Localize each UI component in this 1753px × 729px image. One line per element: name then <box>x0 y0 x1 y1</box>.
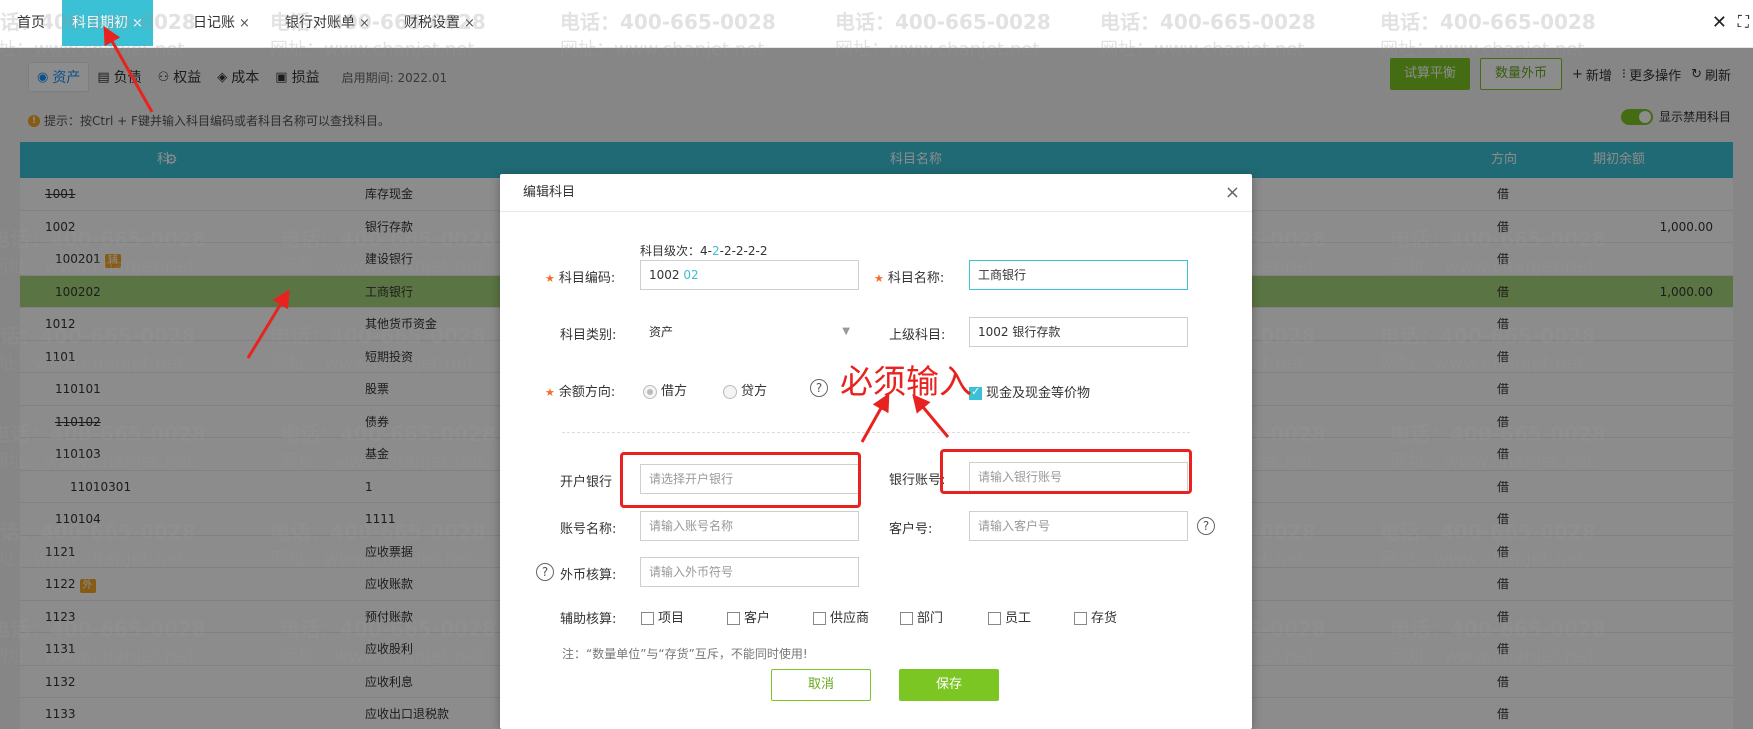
checkbox-label: 供应商 <box>830 611 870 626</box>
required-star-icon: ★ <box>874 272 884 285</box>
tab-bank-statement[interactable]: 银行对账单 × <box>285 0 370 46</box>
parent-account-input[interactable]: 1002 银行存款 <box>969 317 1188 347</box>
name-label: ★ 科目名称: <box>874 267 944 286</box>
radio-checked-icon <box>643 384 657 399</box>
checkbox-icon <box>813 612 826 625</box>
dialog-header: 编辑科目 × <box>500 174 1252 212</box>
tab-close-icon[interactable]: × <box>464 16 475 31</box>
aux-supplier-checkbox[interactable]: 供应商 <box>813 607 869 626</box>
top-tab-bar: 首页 科目期初 × 日记账 × 银行对账单 × 财税设置 × ✕ ⛶ <box>0 0 1753 48</box>
required-star-icon: ★ <box>545 386 555 399</box>
help-icon[interactable]: ? <box>810 379 828 397</box>
close-all-icon[interactable]: ✕ <box>1712 12 1727 33</box>
aux-project-checkbox[interactable]: 项目 <box>641 607 684 626</box>
annotation-box-account-no <box>940 449 1192 494</box>
account-holder-input[interactable]: 请输入账号名称 <box>640 511 859 541</box>
tab-account-opening[interactable]: 科目期初 × <box>62 0 153 46</box>
customer-no-input[interactable]: 请输入客户号 <box>969 511 1188 541</box>
cash-equivalent-checkbox[interactable]: 现金及现金等价物 <box>969 382 1090 401</box>
annotation-required-text: 必须输入 <box>840 362 972 401</box>
tab-close-icon[interactable]: × <box>132 16 143 31</box>
help-icon[interactable]: ? <box>536 563 554 581</box>
dialog-title: 编辑科目 <box>523 185 576 200</box>
credit-radio[interactable]: 贷方 <box>723 380 767 399</box>
radio-label: 贷方 <box>741 384 768 399</box>
tab-home[interactable]: 首页 <box>17 0 45 46</box>
checkbox-label: 员工 <box>1005 611 1032 626</box>
code-suffix: 02 <box>683 268 699 282</box>
tab-close-icon[interactable]: × <box>359 16 370 31</box>
tab-home-label: 首页 <box>17 15 45 31</box>
checkbox-icon <box>727 612 740 625</box>
label-text: 科目编码: <box>558 271 616 286</box>
type-label: 科目类别: <box>560 328 617 343</box>
debit-radio[interactable]: 借方 <box>643 380 687 399</box>
fullscreen-icon[interactable]: ⛶ <box>1738 12 1749 32</box>
account-name-label: 账号名称: <box>560 522 617 537</box>
tab-label: 日记账 <box>193 15 235 31</box>
checkbox-icon <box>900 612 913 625</box>
label-text: 科目名称: <box>887 271 945 286</box>
level-info: 科目级次：4-2-2-2-2-2 <box>640 242 767 259</box>
bank-label: 开户银行 <box>560 475 613 490</box>
checkbox-label: 现金及现金等价物 <box>986 386 1091 401</box>
type-value: 资产 <box>649 325 674 339</box>
account-code-input[interactable]: 1002 02 <box>640 260 859 290</box>
checkbox-label: 客户 <box>744 611 771 626</box>
exclusive-note: 注：“数量单位”与“存货”互斥，不能同时使用! <box>562 647 808 661</box>
close-icon[interactable]: × <box>1225 174 1240 212</box>
checkbox-icon <box>1074 612 1087 625</box>
aux-inventory-checkbox[interactable]: 存货 <box>1074 607 1117 626</box>
label-text: 余额方向: <box>558 385 616 400</box>
checkbox-label: 项目 <box>658 611 685 626</box>
tab-journal[interactable]: 日记账 × <box>193 0 250 46</box>
checkbox-label: 部门 <box>917 611 944 626</box>
save-button[interactable]: 保存 <box>899 669 999 701</box>
radio-label: 借方 <box>661 384 688 399</box>
parent-label: 上级科目: <box>889 328 946 343</box>
level-value: 4- <box>700 244 712 258</box>
level-highlight: 2 <box>711 244 720 258</box>
tab-tax-settings[interactable]: 财税设置 × <box>404 0 475 46</box>
aux-employee-checkbox[interactable]: 员工 <box>988 607 1031 626</box>
level-label: 科目级次： <box>640 244 701 258</box>
level-rest: -2-2-2-2 <box>719 244 768 258</box>
account-no-label: 银行账号: <box>889 473 946 488</box>
fx-label: 外币核算: <box>560 568 617 583</box>
account-name-input[interactable]: 工商银行 <box>969 260 1188 290</box>
checkbox-icon <box>641 612 654 625</box>
tab-label: 科目期初 <box>72 15 128 31</box>
chevron-down-icon: ▼ <box>842 326 850 337</box>
annotation-box-bank <box>620 452 861 508</box>
cancel-button[interactable]: 取消 <box>771 669 871 701</box>
tab-close-icon[interactable]: × <box>239 16 250 31</box>
required-star-icon: ★ <box>545 272 555 285</box>
tab-label: 财税设置 <box>404 15 460 31</box>
direction-label: ★ 余额方向: <box>545 381 615 400</box>
code-label: ★ 科目编码: <box>545 267 615 286</box>
checkbox-label: 存货 <box>1091 611 1118 626</box>
customer-no-label: 客户号: <box>889 522 933 537</box>
aux-label: 辅助核算: <box>560 612 617 627</box>
tab-label: 银行对账单 <box>285 15 355 31</box>
fx-symbol-input[interactable]: 请输入外币符号 <box>640 557 859 587</box>
aux-customer-checkbox[interactable]: 客户 <box>727 607 770 626</box>
aux-department-checkbox[interactable]: 部门 <box>900 607 943 626</box>
code-prefix: 1002 <box>649 268 680 282</box>
help-icon[interactable]: ? <box>1197 517 1215 535</box>
checkbox-icon <box>988 612 1001 625</box>
section-divider <box>562 432 1190 433</box>
radio-unchecked-icon <box>723 384 737 399</box>
account-type-select[interactable]: 资产 ▼ <box>640 317 859 347</box>
